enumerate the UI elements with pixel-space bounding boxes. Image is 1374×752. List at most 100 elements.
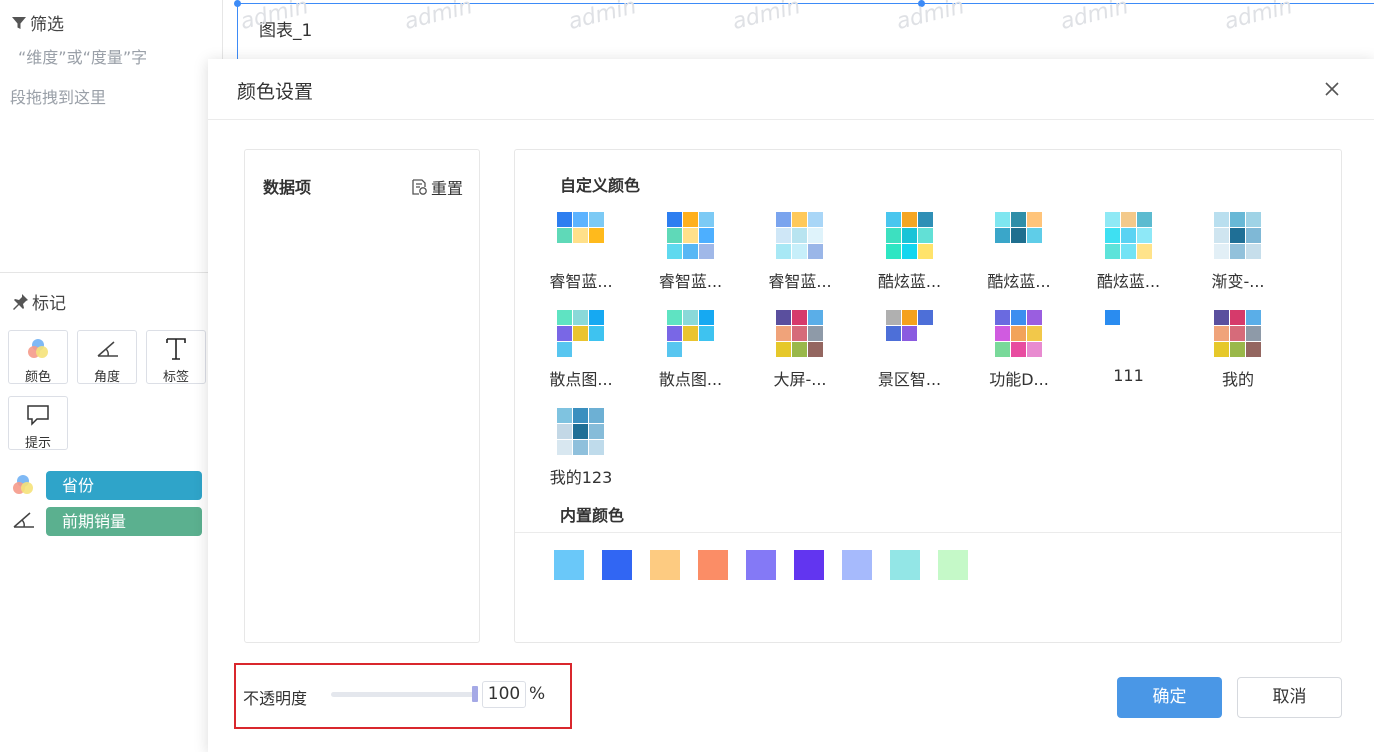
swatch-cell [1230, 212, 1245, 227]
builtin-color-swatch[interactable] [602, 550, 632, 580]
mark-label-button[interactable]: 标签 [146, 330, 206, 385]
color-scheme-swatch [1104, 212, 1153, 260]
color-scheme-item[interactable]: 111 [1077, 304, 1181, 396]
color-scheme-item[interactable]: 散点图... [529, 304, 633, 396]
builtin-color-swatch[interactable] [890, 550, 920, 580]
color-scheme-item[interactable]: 景区智... [858, 304, 962, 396]
confirm-button[interactable]: 确定 [1117, 677, 1222, 718]
color-scheme-name: 功能D... [989, 370, 1049, 389]
swatch-cell [776, 310, 791, 325]
swatch-cell [1136, 244, 1152, 259]
swatch-cell [698, 228, 714, 243]
swatch-cell [682, 212, 698, 227]
swatch-cell [917, 310, 933, 325]
field-pill-previous-sales[interactable]: 前期销量 [46, 507, 202, 536]
color-scheme-item[interactable]: 我的 [1186, 304, 1290, 396]
color-scheme-name: 睿智蓝... [658, 272, 723, 291]
swatch-cell [917, 244, 933, 259]
filter-title-text: 筛选 [30, 15, 64, 35]
color-scheme-name: 睿智蓝... [768, 272, 832, 291]
swatch-cell [776, 342, 791, 357]
color-scheme-name: 散点图... [549, 370, 613, 389]
swatch-cell [792, 310, 807, 325]
swatch-cell [1027, 342, 1042, 357]
color-scheme-swatch [557, 310, 605, 358]
color-scheme-item[interactable]: 酷炫蓝... [967, 206, 1071, 298]
swatch-cell [666, 244, 682, 259]
swatch-cell [666, 228, 682, 243]
mark-tooltip-button[interactable]: 提示 [8, 396, 68, 451]
swatch-cell [557, 228, 572, 243]
swatch-cell [901, 212, 917, 227]
swatch-cell [589, 212, 604, 227]
mark-angle-button[interactable]: 角度 [77, 330, 137, 385]
mark-label-text: 标签 [162, 370, 189, 385]
cancel-button[interactable]: 取消 [1237, 677, 1342, 718]
opacity-input[interactable]: 100 [482, 681, 526, 708]
color-scheme-item[interactable]: 大屏-... [748, 304, 852, 396]
swatch-cell [1104, 212, 1120, 227]
swatch-cell [573, 326, 588, 341]
swatch-cell [885, 228, 901, 243]
swatch-cell [1246, 342, 1261, 357]
color-scheme-item[interactable]: 酷炫蓝... [858, 206, 962, 298]
swatch-cell [589, 424, 604, 439]
angle-icon [10, 509, 36, 535]
filter-icon [12, 16, 26, 29]
swatch-cell [1120, 212, 1136, 227]
color-scheme-swatch [666, 310, 715, 358]
swatch-cell [1214, 228, 1229, 243]
filter-hint-line2: 段拖拽到这里 [10, 88, 107, 107]
color-scheme-name: 我的123 [549, 468, 613, 487]
builtin-color-swatch[interactable] [842, 550, 872, 580]
filter-hint-line1: “维度”或“度量”字 [18, 48, 148, 67]
builtin-color-swatch[interactable] [938, 550, 968, 580]
swatch-cell [1230, 228, 1245, 243]
marks-section-title: 标记 [10, 289, 66, 314]
color-scheme-item[interactable]: 我的123 [529, 402, 633, 494]
swatch-cell [1104, 244, 1120, 259]
field-pill-province[interactable]: 省份 [46, 471, 202, 500]
color-scheme-item[interactable]: 渐变-... [1186, 206, 1290, 298]
color-scheme-item[interactable]: 酷炫蓝... [1077, 206, 1181, 298]
swatch-cell [557, 212, 572, 227]
swatch-cell [557, 424, 572, 439]
data-items-title: 数据项 [263, 178, 312, 197]
swatch-cell [1230, 342, 1245, 357]
swatch-cell [682, 326, 698, 341]
reset-button[interactable]: 重置 [410, 175, 463, 199]
color-scheme-item[interactable]: 睿智蓝... [639, 206, 743, 298]
reset-icon [412, 179, 427, 195]
color-scheme-item[interactable]: 睿智蓝... [748, 206, 852, 298]
builtin-color-swatch[interactable] [650, 550, 680, 580]
builtin-color-swatch[interactable] [746, 550, 776, 580]
swatch-cell [885, 212, 901, 227]
swatch-cell [901, 244, 917, 259]
swatch-cell [573, 440, 588, 455]
color-scheme-name: 大屏-... [773, 370, 827, 389]
pin-icon [13, 293, 28, 310]
opacity-slider[interactable] [331, 692, 475, 697]
swatch-cell [808, 310, 823, 325]
builtin-color-swatch[interactable] [554, 550, 584, 580]
color-scheme-item[interactable]: 睿智蓝... [529, 206, 633, 298]
builtin-color-swatch[interactable] [794, 550, 824, 580]
swatch-cell [682, 228, 698, 243]
swatch-cell [1027, 212, 1042, 227]
color-scheme-item[interactable]: 功能D... [967, 304, 1071, 396]
color-scheme-swatch [776, 212, 824, 260]
reset-label: 重置 [430, 179, 463, 198]
swatch-cell [808, 342, 823, 357]
builtin-color-swatch[interactable] [698, 550, 728, 580]
swatch-cell [792, 326, 807, 341]
close-icon[interactable] [1320, 77, 1344, 101]
swatch-cell [557, 408, 572, 423]
swatch-cell [776, 228, 791, 243]
mark-color-button[interactable]: 颜色 [8, 330, 68, 385]
swatch-cell [698, 326, 714, 341]
resize-handle[interactable] [234, 0, 241, 7]
opacity-slider-handle[interactable] [472, 686, 478, 702]
color-scheme-swatch [557, 212, 605, 260]
filter-section-title: 筛选 [10, 10, 64, 35]
color-scheme-item[interactable]: 散点图... [639, 304, 743, 396]
